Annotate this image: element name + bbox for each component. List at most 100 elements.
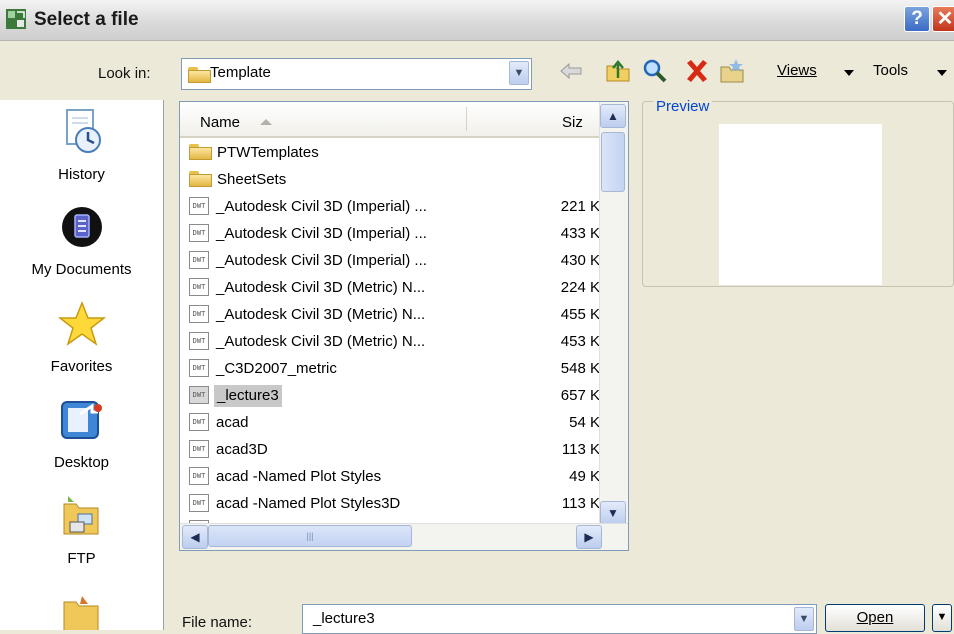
scroll-left-icon[interactable]: ◀ [182, 525, 208, 549]
file-name: SheetSets [217, 171, 287, 188]
list-item[interactable]: DWT acad -Named Plot Styles3D 113 K [180, 492, 600, 516]
window-title: Select a file [34, 9, 139, 30]
horizontal-scroll-thumb[interactable]: ||| [208, 525, 412, 547]
dwt-file-icon: DWT [189, 332, 209, 350]
tools-dropdown-arrow-icon[interactable] [937, 70, 947, 76]
help-button[interactable]: ? [904, 6, 930, 32]
list-item[interactable]: DWT _Autodesk Civil 3D (Imperial) ... 22… [180, 195, 600, 219]
column-header-row: Name Siz [180, 102, 600, 138]
list-item[interactable]: SheetSets [180, 168, 600, 192]
file-size: 221 K [560, 198, 600, 215]
place-label: Favorites [50, 358, 113, 375]
file-name-value: _lecture3 [313, 610, 375, 627]
list-item[interactable]: DWT acad 54 K [180, 411, 600, 435]
ftp-icon [63, 496, 98, 535]
search-web-icon[interactable] [641, 57, 669, 85]
file-name: acad -Named Plot Styles3D [216, 495, 401, 512]
list-item[interactable]: DWT _Autodesk Civil 3D (Metric) N... 455… [180, 303, 600, 327]
views-menu[interactable]: Views [777, 62, 817, 79]
dwt-file-icon: DWT [189, 251, 209, 269]
place-history[interactable]: History [0, 108, 163, 183]
place-desktop[interactable]: Desktop [0, 396, 163, 471]
look-in-dropdown[interactable]: Template ▼ [181, 58, 532, 90]
list-item-selected[interactable]: DWT _lecture3 657 K [180, 384, 600, 408]
desktop-icon [60, 401, 102, 439]
place-label: My Documents [31, 261, 132, 278]
place-ftp[interactable]: FTP [0, 492, 163, 567]
dwt-file-icon: DWT [189, 359, 209, 377]
column-divider[interactable] [466, 107, 467, 131]
place-label: FTP [67, 550, 96, 567]
tools-label: Tools [873, 62, 909, 79]
history-icon [65, 109, 101, 153]
dwt-file-icon: DWT [189, 467, 209, 485]
list-item[interactable]: DWT _Autodesk Civil 3D (Imperial) ... 43… [180, 222, 600, 246]
preview-group: Preview [642, 98, 954, 287]
dwt-file-icon: DWT [189, 494, 209, 512]
open-label: Open [856, 609, 894, 626]
views-label: Views [777, 62, 817, 79]
file-name: _Autodesk Civil 3D (Metric) N... [216, 279, 426, 296]
place-label: Desktop [53, 454, 110, 471]
file-name: acad [216, 414, 249, 431]
back-arrow-icon[interactable] [557, 57, 585, 85]
list-item[interactable]: DWT _Autodesk Civil 3D (Metric) N... 453… [180, 330, 600, 354]
title-bar: Select a file ? ✕ [0, 0, 954, 41]
file-size: 548 K [560, 360, 600, 377]
place-buzzsaw[interactable] [0, 590, 163, 630]
file-name: _Autodesk Civil 3D (Metric) N... [216, 306, 426, 323]
scroll-up-icon[interactable]: ▲ [600, 104, 626, 128]
list-item[interactable]: DWT _C3D2007_metric 548 K [180, 357, 600, 381]
horizontal-scrollbar[interactable]: ◀ ||| ▶ [180, 523, 628, 550]
close-button[interactable]: ✕ [932, 6, 954, 32]
my-documents-icon [61, 207, 102, 247]
column-header-name[interactable]: Name [200, 114, 240, 131]
file-size: 113 K [561, 495, 600, 512]
file-size: 54 K [569, 414, 600, 431]
list-item[interactable]: DWT _Autodesk Civil 3D (Metric) N... 224… [180, 276, 600, 300]
file-name: _Autodesk Civil 3D (Imperial) ... [216, 225, 427, 242]
file-size: 455 K [560, 306, 600, 323]
vertical-scroll-thumb[interactable] [601, 132, 625, 192]
file-name: acad3D [216, 441, 268, 458]
file-list[interactable]: Name Siz PTWTemplates SheetSets DWT _Aut… [179, 101, 629, 551]
file-size: 224 K [560, 279, 600, 296]
list-item[interactable]: DWT acad -Named Plot Styles 49 K [180, 465, 600, 489]
dwt-file-icon: DWT [189, 224, 209, 242]
place-label: History [58, 166, 105, 183]
file-name: _C3D2007_metric [216, 360, 337, 377]
delete-icon[interactable] [683, 57, 711, 85]
up-folder-icon[interactable] [604, 57, 632, 85]
file-size: 430 K [560, 252, 600, 269]
create-folder-icon[interactable] [718, 57, 746, 85]
autocad-app-icon [6, 9, 26, 29]
file-name: acad -Named Plot Styles [216, 468, 382, 485]
dwt-file-icon: DWT [189, 440, 209, 458]
tools-menu[interactable]: Tools [873, 62, 908, 79]
views-dropdown-arrow-icon[interactable] [844, 70, 854, 76]
list-item[interactable]: PTWTemplates [180, 141, 600, 165]
look-in-label: Look in: [98, 65, 151, 82]
vertical-scrollbar[interactable]: ▲ ▼ [599, 102, 628, 527]
folder-icon [189, 170, 213, 188]
place-favorites[interactable]: Favorites [0, 300, 163, 375]
list-item[interactable]: DWT _Autodesk Civil 3D (Imperial) ... 43… [180, 249, 600, 273]
scroll-right-icon[interactable]: ▶ [576, 525, 602, 549]
places-bar: History My Documents Favorites Desktop F… [0, 100, 164, 630]
list-item[interactable]: DWT acad3D 113 K [180, 438, 600, 462]
open-options-dropdown[interactable]: ▼ [932, 604, 952, 632]
dwt-file-icon: DWT [189, 386, 209, 404]
file-size: 453 K [560, 333, 600, 350]
file-name: _Autodesk Civil 3D (Imperial) ... [216, 198, 427, 215]
scroll-down-icon[interactable]: ▼ [600, 501, 626, 525]
chevron-down-icon[interactable]: ▼ [509, 61, 529, 85]
file-size: 113 K [561, 441, 600, 458]
column-header-size[interactable]: Siz [562, 114, 583, 131]
file-name: _lecture3 [214, 385, 282, 407]
open-button[interactable]: Open [825, 604, 925, 632]
sort-ascending-icon [260, 119, 272, 125]
favorites-star-icon [57, 300, 106, 346]
chevron-down-icon[interactable]: ▼ [794, 607, 814, 631]
place-my-documents[interactable]: My Documents [0, 203, 163, 278]
dwt-file-icon: DWT [189, 278, 209, 296]
